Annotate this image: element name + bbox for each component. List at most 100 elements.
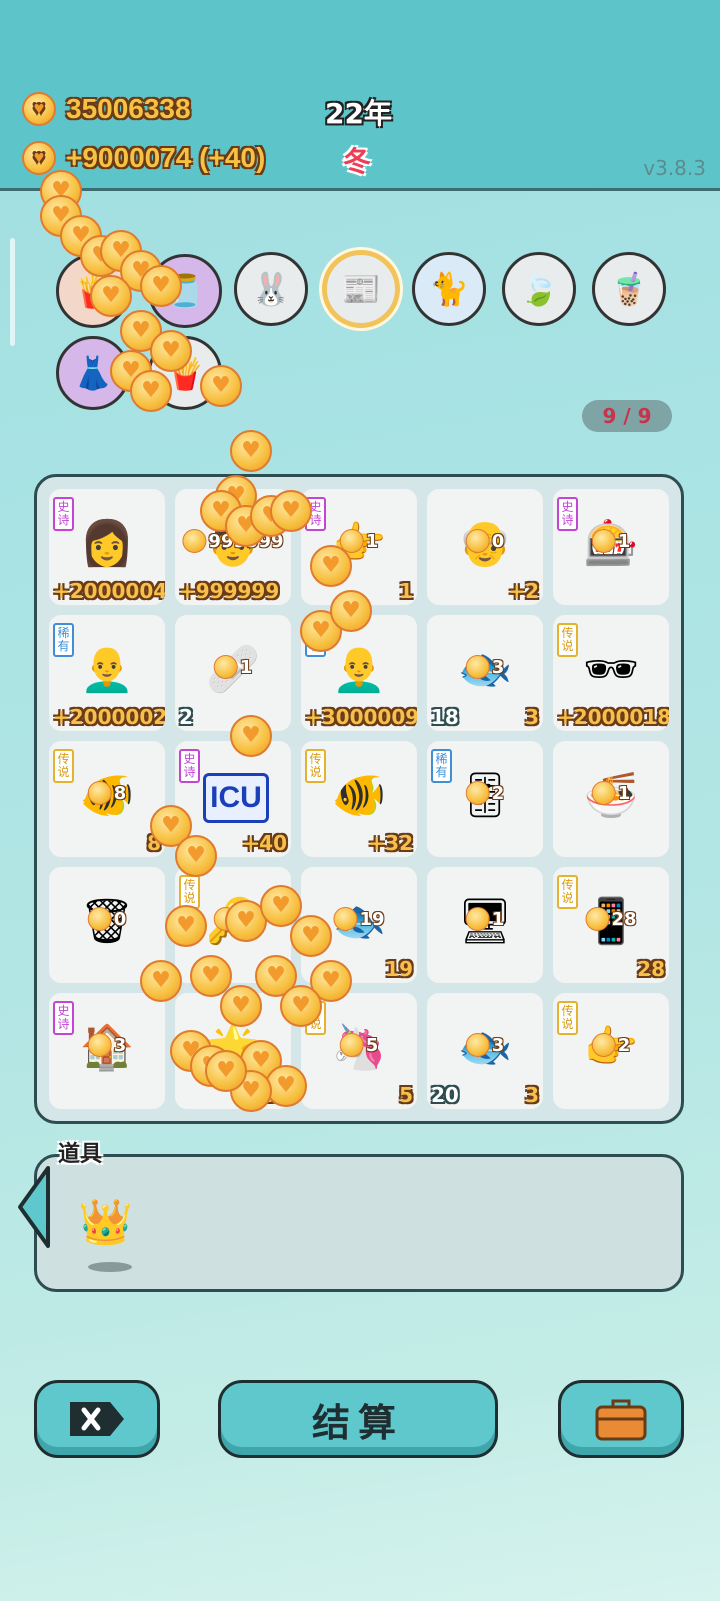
coin-gain: 8: [87, 781, 127, 805]
time-magazine-icon: 📰: [341, 270, 381, 308]
slot-cell[interactable]: 史诗🏠3: [49, 993, 165, 1109]
coin-gain-value: 3: [491, 1034, 505, 1056]
flying-coin-icon: [130, 370, 172, 412]
item-art-icon: 👨‍🦲: [79, 644, 135, 695]
item-art-icon: 🐠: [331, 770, 387, 821]
slot-cell[interactable]: 🐟3320: [427, 993, 543, 1109]
coin-gain-value: 3: [113, 1034, 127, 1056]
coin-icon: [465, 655, 490, 679]
flying-coin-icon: [90, 275, 132, 317]
coin-icon: [339, 1033, 364, 1057]
coin-icon: [591, 529, 616, 553]
settle-button[interactable]: 结算: [218, 1380, 498, 1458]
flying-coin-icon: [330, 590, 372, 632]
rarity-tag: 史诗: [179, 749, 200, 783]
slot-cell[interactable]: 传说 🕶 +2000018: [553, 615, 669, 731]
page-indicator: 9 / 9: [582, 400, 672, 432]
leaf-circle[interactable]: 🍃: [502, 252, 576, 326]
coin-icon: [22, 92, 56, 126]
collapse-arrow-icon[interactable]: [14, 1164, 52, 1250]
coin-gain: 28: [585, 907, 637, 931]
coin-icon: [182, 529, 207, 553]
settle-label: 结算: [311, 1400, 404, 1445]
coin-gain: 1: [591, 529, 630, 553]
coin-gain-value: 5: [365, 1034, 379, 1056]
coin-gain: 5: [339, 1033, 379, 1057]
slot-cell[interactable]: 传说🐠88: [49, 741, 165, 857]
rarity-tag: 传说: [305, 749, 326, 783]
close-button[interactable]: [34, 1380, 160, 1458]
slot-cell[interactable]: 传说 📱 28 28: [553, 867, 669, 983]
rabbit-circle[interactable]: 🐰: [234, 252, 308, 326]
slot-cell[interactable]: 稀有🎚2: [427, 741, 543, 857]
slot-value: 3: [525, 1083, 539, 1107]
rarity-tag: 传说: [557, 1001, 578, 1035]
coin-gain: 19: [333, 907, 385, 931]
coin-icon: [465, 907, 490, 931]
slot-value: +40: [242, 831, 287, 855]
coin-icon: [87, 1033, 112, 1057]
flying-coin-icon: [230, 430, 272, 472]
flying-coin-icon: [270, 490, 312, 532]
slot-cell[interactable]: 稀有 👨‍🦲 +2000002: [49, 615, 165, 731]
slot-value: +2000002: [53, 705, 165, 729]
slot-cell[interactable]: 史诗🎰1: [553, 489, 669, 605]
coin-gain: 1: [213, 655, 252, 679]
slot-cell[interactable]: 传说 🐠 +32: [301, 741, 417, 857]
flying-coin-icon: [140, 265, 182, 307]
coin-gain-value: 8: [113, 782, 127, 804]
rarity-tag: 传说: [53, 749, 74, 783]
slot-cell[interactable]: 🩹12: [175, 615, 291, 731]
rabbit-icon: 🐰: [251, 270, 291, 308]
coin-icon: [22, 141, 56, 175]
coin-gain: 0: [465, 529, 505, 553]
slot-value: 19: [385, 957, 413, 981]
flying-coin-icon: [310, 545, 352, 587]
briefcase-icon: [595, 1399, 647, 1441]
coin-icon: [465, 529, 490, 553]
slot-value: +2000004: [53, 579, 165, 603]
slot-cell[interactable]: 传说👉2: [553, 993, 669, 1109]
bag-button[interactable]: [558, 1380, 684, 1458]
coin-icon: [585, 907, 610, 931]
slot-cell[interactable]: 🖥1: [427, 867, 543, 983]
bubble-tea-icon: 🧋: [609, 270, 649, 308]
icu-icon: ICU: [203, 773, 269, 823]
slot-count: 20: [431, 1083, 459, 1107]
coin-gain-value: 2: [617, 1034, 631, 1056]
slot-value: +2: [508, 579, 539, 603]
coin-gain: 3: [465, 1033, 505, 1057]
item-art-icon: 🕶: [583, 644, 639, 695]
cat-circle[interactable]: 🐈: [412, 252, 486, 326]
slot-cell[interactable]: 👴0+2: [427, 489, 543, 605]
crown-icon[interactable]: 👑: [78, 1196, 133, 1248]
slot-cell[interactable]: 🐟3318: [427, 615, 543, 731]
slot-value: +999999: [179, 579, 280, 603]
slot-cell[interactable]: 🍜1: [553, 741, 669, 857]
time-magazine-circle[interactable]: 📰: [322, 250, 400, 328]
coin-icon: [333, 907, 358, 931]
flying-coin-icon: [220, 985, 262, 1027]
coin-gain: 1: [465, 907, 504, 931]
coin-gain-value: 1: [617, 782, 631, 804]
rarity-tag: 传说: [179, 875, 200, 909]
slot-value: +32: [368, 831, 413, 855]
skirt-icon: 👗: [73, 354, 113, 392]
coin-icon: [87, 907, 112, 931]
coin-gain: 1: [339, 529, 378, 553]
coin-icon: [591, 781, 616, 805]
bubble-tea-circle[interactable]: 🧋: [592, 252, 666, 326]
coin-gain: 3: [465, 655, 505, 679]
coin-gain: 3: [87, 1033, 127, 1057]
slot-count: 18: [431, 705, 459, 729]
coin-gain: 1: [591, 781, 631, 805]
slot-value: 28: [637, 957, 665, 981]
coin-gain-value: 0: [491, 530, 505, 552]
slot-cell[interactable]: 史诗 👩 +2000004: [49, 489, 165, 605]
coin-gain-value: 28: [611, 908, 637, 930]
flying-coin-icon: [140, 960, 182, 1002]
coin-gain-value: 3: [491, 656, 505, 678]
rarity-tag: 稀有: [431, 749, 452, 783]
year-label: 22年: [325, 97, 392, 130]
slot-cell[interactable]: 史诗👉11: [301, 489, 417, 605]
